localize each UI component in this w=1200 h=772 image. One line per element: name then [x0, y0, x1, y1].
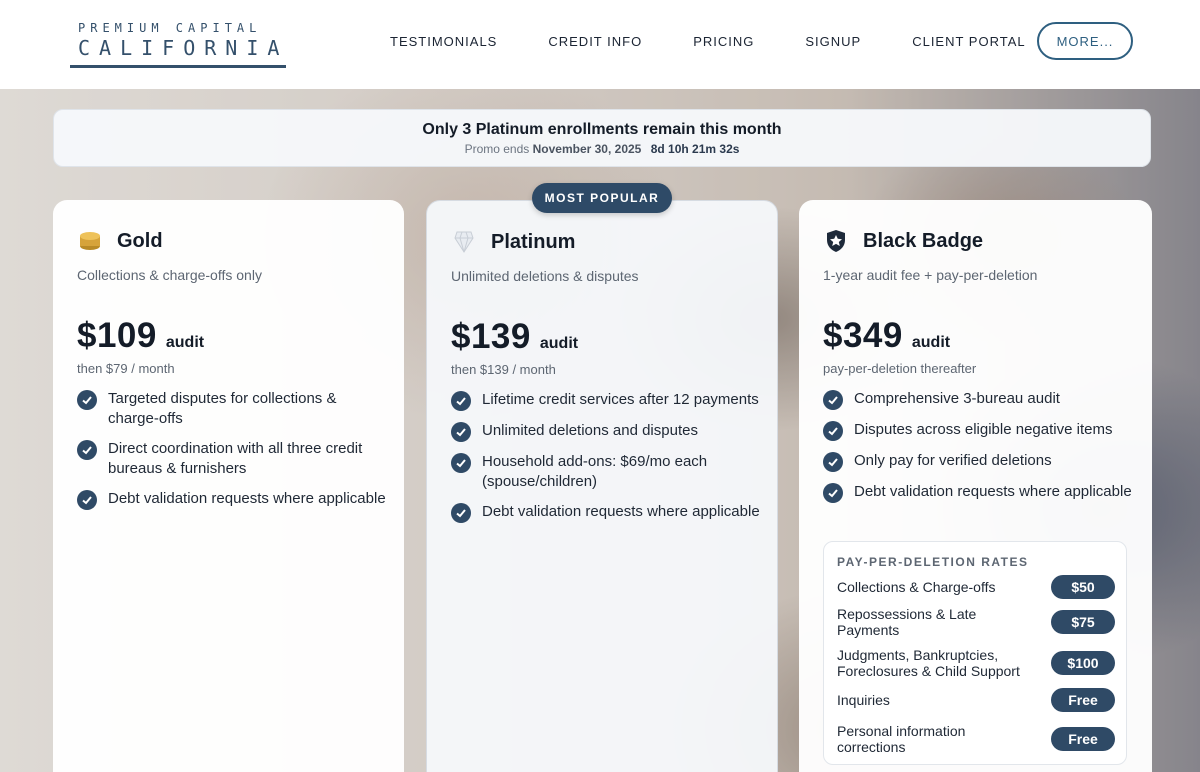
feature-item: Debt validation requests where applicabl… [451, 502, 761, 523]
feature-text: Disputes across eligible negative items [854, 421, 1113, 438]
promo-ends-label: Promo ends [464, 142, 530, 156]
rate-price: Free [1051, 727, 1115, 751]
plan-description: Unlimited deletions & disputes [451, 268, 639, 284]
feature-text: Lifetime credit services after 12 paymen… [482, 391, 759, 408]
plan-price: $349 [823, 316, 903, 355]
feature-text: Unlimited deletions and disputes [482, 422, 698, 439]
brand-underline [70, 65, 286, 68]
rate-price: Free [1051, 688, 1115, 712]
check-icon [77, 390, 97, 410]
plan-features: Targeted disputes for collections & char… [77, 389, 387, 520]
rates-title: PAY-PER-DELETION RATES [837, 555, 1029, 569]
rate-row: Inquiries Free [837, 688, 1115, 712]
rate-label: Personal information corrections [837, 723, 966, 755]
plan-card-gold[interactable]: Gold Collections & charge-offs only $109… [53, 200, 404, 772]
plan-description: Collections & charge-offs only [77, 267, 262, 283]
check-icon [823, 452, 843, 472]
feature-text: Only pay for verified deletions [854, 452, 1052, 469]
plan-features: Lifetime credit services after 12 paymen… [451, 390, 761, 533]
plan-card-platinum[interactable]: Platinum Unlimited deletions & disputes … [426, 200, 778, 772]
most-popular-badge: MOST POPULAR [532, 183, 672, 213]
main-nav: TESTIMONIALS CREDIT INFO PRICING SIGNUP … [390, 22, 1077, 60]
check-icon [823, 421, 843, 441]
feature-item: Lifetime credit services after 12 paymen… [451, 390, 761, 411]
feature-item: Disputes across eligible negative items [823, 420, 1133, 441]
rate-row: Judgments, Bankruptcies, Foreclosures & … [837, 647, 1115, 679]
plan-price: $109 [77, 316, 157, 355]
check-icon [451, 391, 471, 411]
feature-item: Debt validation requests where applicabl… [823, 482, 1133, 503]
feature-text: Debt validation requests where applicabl… [854, 483, 1132, 500]
feature-text: Direct coordination with all three credi… [108, 440, 363, 477]
check-icon [451, 422, 471, 442]
feature-item: Debt validation requests where applicabl… [77, 489, 387, 510]
check-icon [451, 453, 471, 473]
feature-text: Debt validation requests where applicabl… [108, 490, 386, 507]
plan-description: 1-year audit fee + pay-per-deletion [823, 267, 1038, 283]
rate-price: $75 [1051, 610, 1115, 634]
plan-features: Comprehensive 3-bureau audit Disputes ac… [823, 389, 1133, 513]
feature-text: Debt validation requests where applicabl… [482, 503, 760, 520]
nav-client-portal[interactable]: CLIENT PORTAL [912, 34, 1025, 49]
feature-item: Only pay for verified deletions [823, 451, 1133, 472]
promo-subline: Promo ends November 30, 2025 8d 10h 21m … [54, 142, 1150, 156]
feature-item: Comprehensive 3-bureau audit [823, 389, 1133, 410]
nav-signup[interactable]: SIGNUP [805, 34, 861, 49]
promo-title: Only 3 Platinum enrollments remain this … [422, 121, 782, 138]
feature-text: Household add-ons: $69/mo each (spouse/c… [482, 453, 708, 490]
rate-label: Judgments, Bankruptcies, Foreclosures & … [837, 647, 1020, 679]
nav-more-button[interactable]: MORE... [1037, 22, 1133, 60]
brand-name-top: PREMIUM CAPITAL [78, 21, 262, 35]
plan-price-note: then $79 / month [77, 361, 175, 376]
diamond-icon [451, 229, 477, 255]
plan-name: Gold [117, 229, 163, 252]
brand-name-bottom: CALIFORNIA [78, 36, 289, 60]
check-icon [823, 390, 843, 410]
plan-price-note: pay-per-deletion thereafter [823, 361, 977, 376]
check-icon [451, 503, 471, 523]
rate-row: Collections & Charge-offs $50 [837, 575, 1115, 599]
plan-price-unit: audit [165, 334, 205, 351]
rate-label: Inquiries [837, 692, 890, 708]
rate-row: Personal information corrections Free [837, 723, 1115, 755]
promo-banner: Only 3 Platinum enrollments remain this … [53, 109, 1151, 167]
plan-price: $139 [451, 317, 531, 356]
rate-row: Repossessions & Late Payments $75 [837, 606, 1115, 638]
nav-testimonials[interactable]: TESTIMONIALS [390, 34, 497, 49]
check-icon [823, 483, 843, 503]
feature-item: Targeted disputes for collections & char… [77, 389, 387, 429]
plan-price-note: then $139 / month [451, 362, 556, 377]
brand-logo[interactable]: PREMIUM CAPITAL CALIFORNIA [70, 20, 286, 70]
feature-item: Direct coordination with all three credi… [77, 439, 387, 479]
rate-label: Repossessions & Late Payments [837, 606, 977, 638]
check-icon [77, 490, 97, 510]
feature-item: Household add-ons: $69/mo each (spouse/c… [451, 452, 761, 492]
promo-countdown: 8d 10h 21m 32s [650, 142, 740, 156]
shield-star-icon [823, 228, 849, 254]
pay-per-deletion-rates: PAY-PER-DELETION RATES Collections & Cha… [823, 541, 1127, 765]
rate-price: $50 [1051, 575, 1115, 599]
check-icon [77, 440, 97, 460]
plan-name: Black Badge [863, 229, 984, 252]
feature-text: Targeted disputes for collections & char… [108, 390, 337, 427]
plan-card-black-badge[interactable]: Black Badge 1-year audit fee + pay-per-d… [799, 200, 1152, 772]
plan-price-unit: audit [539, 335, 579, 352]
site-header: PREMIUM CAPITAL CALIFORNIA TESTIMONIALS … [0, 0, 1200, 89]
feature-text: Comprehensive 3-bureau audit [854, 390, 1060, 407]
rate-label: Collections & Charge-offs [837, 579, 996, 595]
promo-end-date: November 30, 2025 [532, 142, 642, 156]
plan-name: Platinum [491, 230, 576, 253]
plan-price-unit: audit [911, 334, 951, 351]
feature-item: Unlimited deletions and disputes [451, 421, 761, 442]
nav-pricing[interactable]: PRICING [693, 34, 754, 49]
rate-price: $100 [1051, 651, 1115, 675]
coin-stack-icon [77, 228, 103, 254]
nav-credit-info[interactable]: CREDIT INFO [548, 34, 642, 49]
